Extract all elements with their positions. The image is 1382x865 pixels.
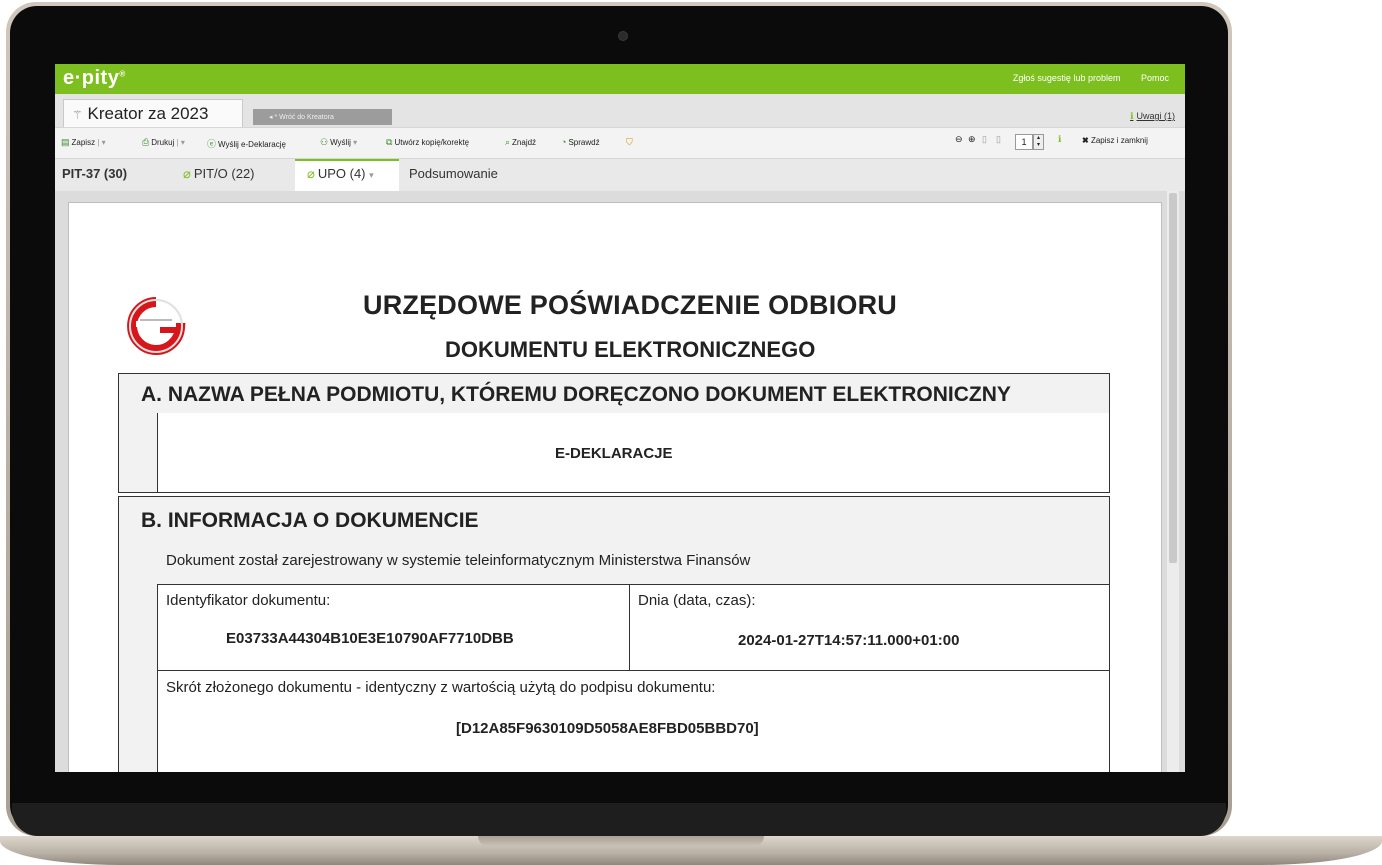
tab-pito[interactable]: ⌀ PIT/O (22): [183, 166, 255, 182]
recipient-name: E-DEKLARACJE: [555, 445, 673, 462]
hash-value: [D12A85F9630109D5058AE8FBD05BBD70]: [456, 720, 759, 737]
save-close-button[interactable]: ✖ Zapisz i zamknij: [1082, 136, 1148, 145]
back-to-wizard-button[interactable]: ◂ * Wróć do Kreatora: [253, 109, 392, 125]
document-subtitle: DOKUMENTU ELEKTRONICZNEGO: [445, 337, 816, 362]
date-value: 2024-01-27T14:57:11.000+01:00: [738, 632, 960, 649]
row-divider: [629, 584, 630, 671]
section-b-heading: B. INFORMACJA O DOKUMENCIE: [118, 496, 1110, 543]
hash-label: Skrót złożonego dokumentu - identyczny z…: [166, 679, 716, 696]
page-next-icon[interactable]: ▯: [996, 134, 1001, 145]
top-bar: e·pity® Zgłoś sugestię lub problem Pomoc: [55, 64, 1185, 94]
check-icon: ◔: [561, 137, 567, 147]
help-link[interactable]: Pomoc: [1141, 73, 1169, 83]
page-prev-icon[interactable]: ▯: [982, 134, 987, 145]
app-window: e·pity® Zgłoś sugestię lub problem Pomoc…: [55, 64, 1185, 772]
page-number-input[interactable]: 1: [1015, 134, 1033, 150]
paperclip-icon: ⌀: [307, 166, 315, 181]
registration-info: Dokument został zarejestrowany w systemi…: [166, 552, 751, 569]
check-button[interactable]: ◔ Sprawdź: [561, 137, 600, 147]
document-tabs: PIT-37 (30) ⌀ PIT/O (22) ⌀ UPO (4) ▾ Podsu…: [55, 159, 1185, 191]
document-id-label: Identyfikator dokumentu:: [166, 592, 331, 609]
shield-icon: ⛉: [626, 137, 633, 147]
toolbar: ▤ Zapisz | ▾ ⎙ Drukuj | ▾ ⓔ Wyślij e-Deklar…: [55, 127, 1185, 159]
laptop-base-notch: [478, 836, 764, 846]
extra-button[interactable]: ⛉: [626, 137, 635, 148]
send-icon: ⚇: [320, 137, 329, 147]
copy-icon: ⧉: [386, 137, 393, 147]
zoom-out-icon[interactable]: ⊖: [955, 134, 963, 145]
document-title: URZĘDOWE POŚWIADCZENIE ODBIORU: [363, 290, 898, 320]
wand-icon: ⚚: [72, 108, 83, 122]
create-copy-button[interactable]: ⧉ Utwórz kopię/korektę: [386, 137, 469, 148]
find-button[interactable]: ⌕ Znajdź: [505, 137, 536, 148]
document-id-value: E03733A44304B10E3E10790AF7710DBB: [226, 630, 514, 647]
wizard-tab-row: ⚚ Kreator za 2023 ◂ * Wróć do Kreatora ℹ…: [55, 94, 1185, 127]
send-edeclaration-button[interactable]: ⓔ Wyślij e-Deklarację: [207, 137, 286, 150]
e-icon: ⓔ: [207, 139, 217, 149]
section-a-heading: A. NAZWA PEŁNA PODMIOTU, KTÓREMU DORĘCZO…: [118, 373, 1110, 413]
page-stepper[interactable]: ▴ ▾: [1033, 134, 1044, 150]
info-icon: ℹ: [1130, 111, 1134, 121]
scrollbar-thumb[interactable]: [1169, 193, 1177, 563]
document-viewer: URZĘDOWE POŚWIADCZENIE ODBIORU DOKUMENTU…: [55, 191, 1185, 772]
report-problem-link[interactable]: Zgłoś sugestię lub problem: [1013, 73, 1121, 83]
save-icon: ▤: [61, 137, 70, 147]
info-icon[interactable]: ℹ: [1058, 134, 1061, 145]
laptop-chin: [12, 803, 1226, 836]
send-button[interactable]: ⚇ Wyślij ▾: [320, 137, 357, 148]
tab-pit37[interactable]: PIT-37 (30): [62, 166, 127, 181]
print-button[interactable]: ⎙ Drukuj | ▾: [142, 137, 185, 148]
tab-podsumowanie[interactable]: Podsumowanie: [409, 166, 498, 181]
print-icon: ⎙: [142, 137, 150, 147]
zoom-in-icon[interactable]: ⊕: [968, 134, 976, 145]
upo-document: URZĘDOWE POŚWIADCZENIE ODBIORU DOKUMENTU…: [68, 202, 1162, 772]
camera-dot: [618, 31, 628, 41]
paperclip-icon: ⌀: [183, 166, 191, 181]
search-icon: ⌕: [505, 137, 511, 147]
close-icon: ✖: [1082, 136, 1089, 145]
tab-kreator[interactable]: ⚚ Kreator za 2023: [63, 99, 243, 127]
date-label: Dnia (data, czas):: [638, 592, 756, 609]
arrow-left-icon: ◂ *: [269, 114, 280, 121]
top-links: Zgłoś sugestię lub problem Pomoc: [995, 73, 1169, 83]
app-logo[interactable]: e·pity®: [63, 67, 126, 90]
e-deklaracje-logo: [127, 297, 186, 355]
save-button[interactable]: ▤ Zapisz | ▾: [61, 137, 106, 148]
notes-link[interactable]: ℹ Uwagi (1): [1130, 111, 1175, 122]
tab-upo[interactable]: ⌀ UPO (4) ▾: [307, 166, 374, 182]
vertical-scrollbar[interactable]: [1167, 191, 1179, 772]
